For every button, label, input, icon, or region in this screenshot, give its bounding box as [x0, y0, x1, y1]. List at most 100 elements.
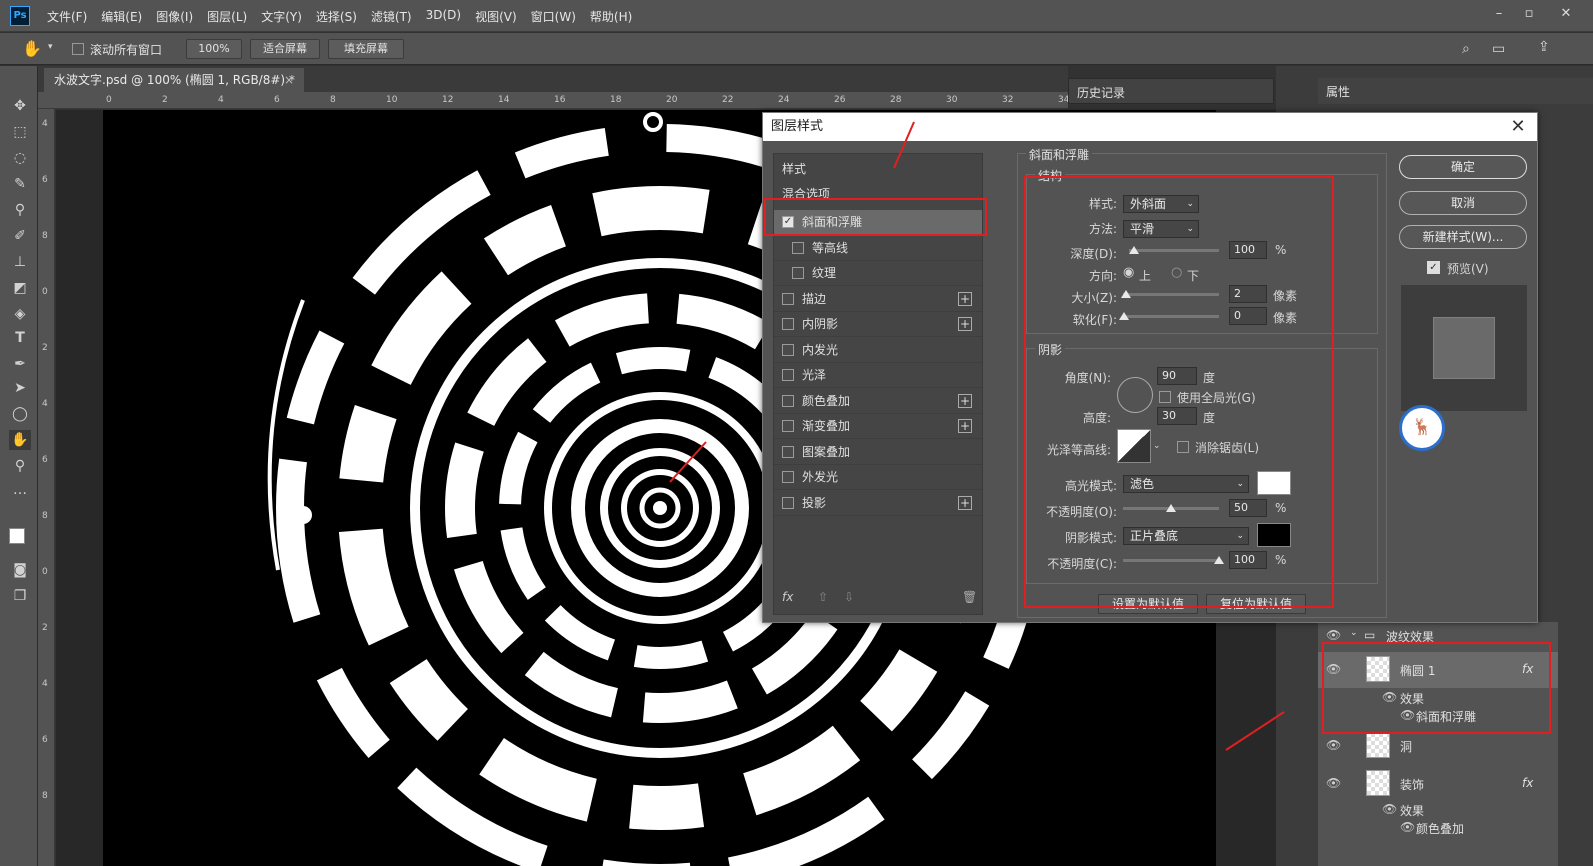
menu-window[interactable]: 窗口(W)	[531, 8, 576, 25]
preview-checkbox[interactable]: ✓	[1427, 261, 1440, 274]
layer-row-ellipse[interactable]: 👁 椭圆 1 fx	[1318, 652, 1558, 688]
reset-default-button[interactable]: 复位为默认值	[1206, 594, 1306, 614]
style-item-checkbox[interactable]: ✓	[782, 216, 794, 228]
more-tools-icon[interactable]: …	[9, 480, 31, 500]
eye-icon[interactable]: 👁	[1326, 662, 1341, 676]
trash-icon[interactable]: 🗑	[962, 590, 977, 604]
bucket-tool-icon[interactable]: ◈	[9, 304, 31, 324]
style-item-checkbox[interactable]	[782, 496, 794, 509]
move-down-icon[interactable]: ⇩	[844, 590, 854, 604]
effects-row[interactable]: 👁 效果	[1318, 690, 1558, 708]
scroll-all-checkbox[interactable]	[72, 43, 84, 55]
style-item-checkbox[interactable]	[782, 343, 794, 356]
add-icon[interactable]: +	[958, 317, 972, 331]
stamp-tool-icon[interactable]: ⊥	[9, 252, 31, 272]
style-item[interactable]: ✓ 斜面和浮雕	[774, 210, 982, 235]
shadow-color-swatch[interactable]	[1257, 523, 1291, 547]
hand-tool-selected-icon[interactable]: ✋	[9, 430, 31, 450]
add-icon[interactable]: +	[958, 393, 972, 408]
eyedropper-tool-icon[interactable]: ⚲	[9, 200, 31, 220]
soften-input[interactable]: 0	[1229, 307, 1267, 325]
chevron-down-icon[interactable]: ⌄	[1153, 441, 1161, 451]
angle-dial[interactable]	[1117, 377, 1153, 413]
highlight-opacity-input[interactable]: 50	[1229, 499, 1267, 517]
new-style-button[interactable]: 新建样式(W)...	[1399, 225, 1527, 249]
zoom-field[interactable]: 100%	[186, 39, 242, 59]
quick-mask-icon[interactable]: ◙	[9, 560, 31, 580]
style-item[interactable]: 光泽	[774, 363, 982, 388]
layer-row-deco[interactable]: 👁 装饰 fx	[1318, 766, 1558, 800]
menu-filter[interactable]: 滤镜(T)	[371, 8, 412, 25]
foreground-color-swatch[interactable]	[9, 528, 25, 544]
global-light-checkbox[interactable]	[1159, 391, 1171, 403]
eye-icon[interactable]: 👁	[1326, 628, 1341, 642]
style-item-checkbox[interactable]	[782, 420, 794, 432]
depth-slider[interactable]	[1129, 249, 1219, 252]
technique-select[interactable]: 平滑 ⌄	[1123, 220, 1199, 238]
make-default-button[interactable]: 设置为默认值	[1098, 594, 1198, 614]
style-item[interactable]: 投影 +	[774, 491, 982, 516]
eye-icon[interactable]: 👁	[1326, 776, 1341, 790]
pen-tool-icon[interactable]: ✒	[9, 354, 31, 374]
highlight-color-swatch[interactable]	[1257, 471, 1291, 495]
effects-row[interactable]: 👁 效果	[1318, 802, 1558, 820]
style-list-header[interactable]: 样式	[782, 160, 806, 177]
brush-tool-icon[interactable]: ✐	[9, 226, 31, 246]
style-select[interactable]: 外斜面 ⌄	[1123, 195, 1199, 213]
angle-input[interactable]: 90	[1157, 367, 1197, 385]
quick-select-tool-icon[interactable]: ✎	[9, 174, 31, 194]
style-item-checkbox[interactable]	[782, 369, 794, 381]
menu-type[interactable]: 文字(Y)	[261, 8, 302, 25]
style-item-checkbox[interactable]	[782, 292, 794, 305]
eye-icon[interactable]: 👁	[1400, 820, 1415, 834]
close-window-icon[interactable]: ✕	[1555, 4, 1577, 24]
menu-select[interactable]: 选择(S)	[316, 8, 357, 25]
eye-icon[interactable]: 👁	[1382, 690, 1397, 704]
menu-layer[interactable]: 图层(L)	[207, 8, 247, 25]
marquee-tool-icon[interactable]: ⬚	[9, 122, 31, 142]
properties-panel-tab[interactable]: 属性	[1318, 78, 1593, 104]
screen-mode-icon[interactable]: ❐	[9, 586, 31, 606]
chevron-down-icon[interactable]: ⌄	[1350, 628, 1358, 638]
radio-up-icon[interactable]: ◉	[1123, 265, 1134, 280]
style-item-checkbox[interactable]	[782, 471, 794, 483]
layer-row-hole[interactable]: 👁 洞	[1318, 728, 1558, 762]
style-item[interactable]: 渐变叠加 +	[774, 414, 982, 439]
lasso-tool-icon[interactable]: ◌	[9, 148, 31, 168]
soften-slider[interactable]	[1123, 315, 1219, 318]
maximize-icon[interactable]: ▫	[1518, 4, 1540, 24]
style-item[interactable]: 纹理	[774, 261, 982, 286]
eye-icon[interactable]: 👁	[1326, 738, 1341, 752]
style-item-checkbox[interactable]	[782, 394, 794, 407]
history-panel-tab[interactable]: 历史记录	[1068, 78, 1274, 104]
shadow-opacity-input[interactable]: 100	[1229, 551, 1267, 569]
menu-help[interactable]: 帮助(H)	[590, 8, 632, 25]
ok-button[interactable]: 确定	[1399, 155, 1527, 179]
type-tool-icon[interactable]: T	[9, 328, 31, 348]
document-tab[interactable]: 水波文字.psd @ 100% (椭圆 1, RGB/8#) * ×	[44, 68, 304, 92]
shadow-opacity-knob[interactable]	[1214, 556, 1224, 564]
menu-view[interactable]: 视图(V)	[475, 8, 517, 25]
share-icon[interactable]: ⇪	[1538, 39, 1550, 55]
style-item-checkbox[interactable]	[792, 241, 804, 254]
menu-3d[interactable]: 3D(D)	[426, 8, 461, 25]
style-item[interactable]: 外发光	[774, 465, 982, 490]
style-item-checkbox[interactable]	[782, 318, 794, 330]
style-item[interactable]: 颜色叠加 +	[774, 389, 982, 414]
shadow-opacity-slider[interactable]	[1123, 559, 1219, 562]
add-icon[interactable]: +	[958, 291, 972, 306]
style-item-checkbox[interactable]	[782, 445, 794, 458]
blend-options-item[interactable]: 混合选项	[782, 185, 830, 202]
size-slider-knob[interactable]	[1121, 290, 1131, 298]
size-input[interactable]: 2	[1229, 285, 1267, 303]
depth-input[interactable]: 100	[1229, 241, 1267, 259]
layer-group-row[interactable]: 👁 ⌄ ▭ 波纹效果	[1318, 628, 1558, 648]
style-item[interactable]: 描边 +	[774, 287, 982, 312]
style-item[interactable]: 内发光	[774, 338, 982, 363]
add-icon[interactable]: +	[958, 419, 972, 433]
menu-file[interactable]: 文件(F)	[47, 8, 87, 25]
style-item[interactable]: 图案叠加	[774, 440, 982, 465]
close-tab-icon[interactable]: ×	[284, 68, 294, 92]
style-item[interactable]: 内阴影 +	[774, 312, 982, 337]
antialias-checkbox[interactable]	[1177, 441, 1189, 453]
